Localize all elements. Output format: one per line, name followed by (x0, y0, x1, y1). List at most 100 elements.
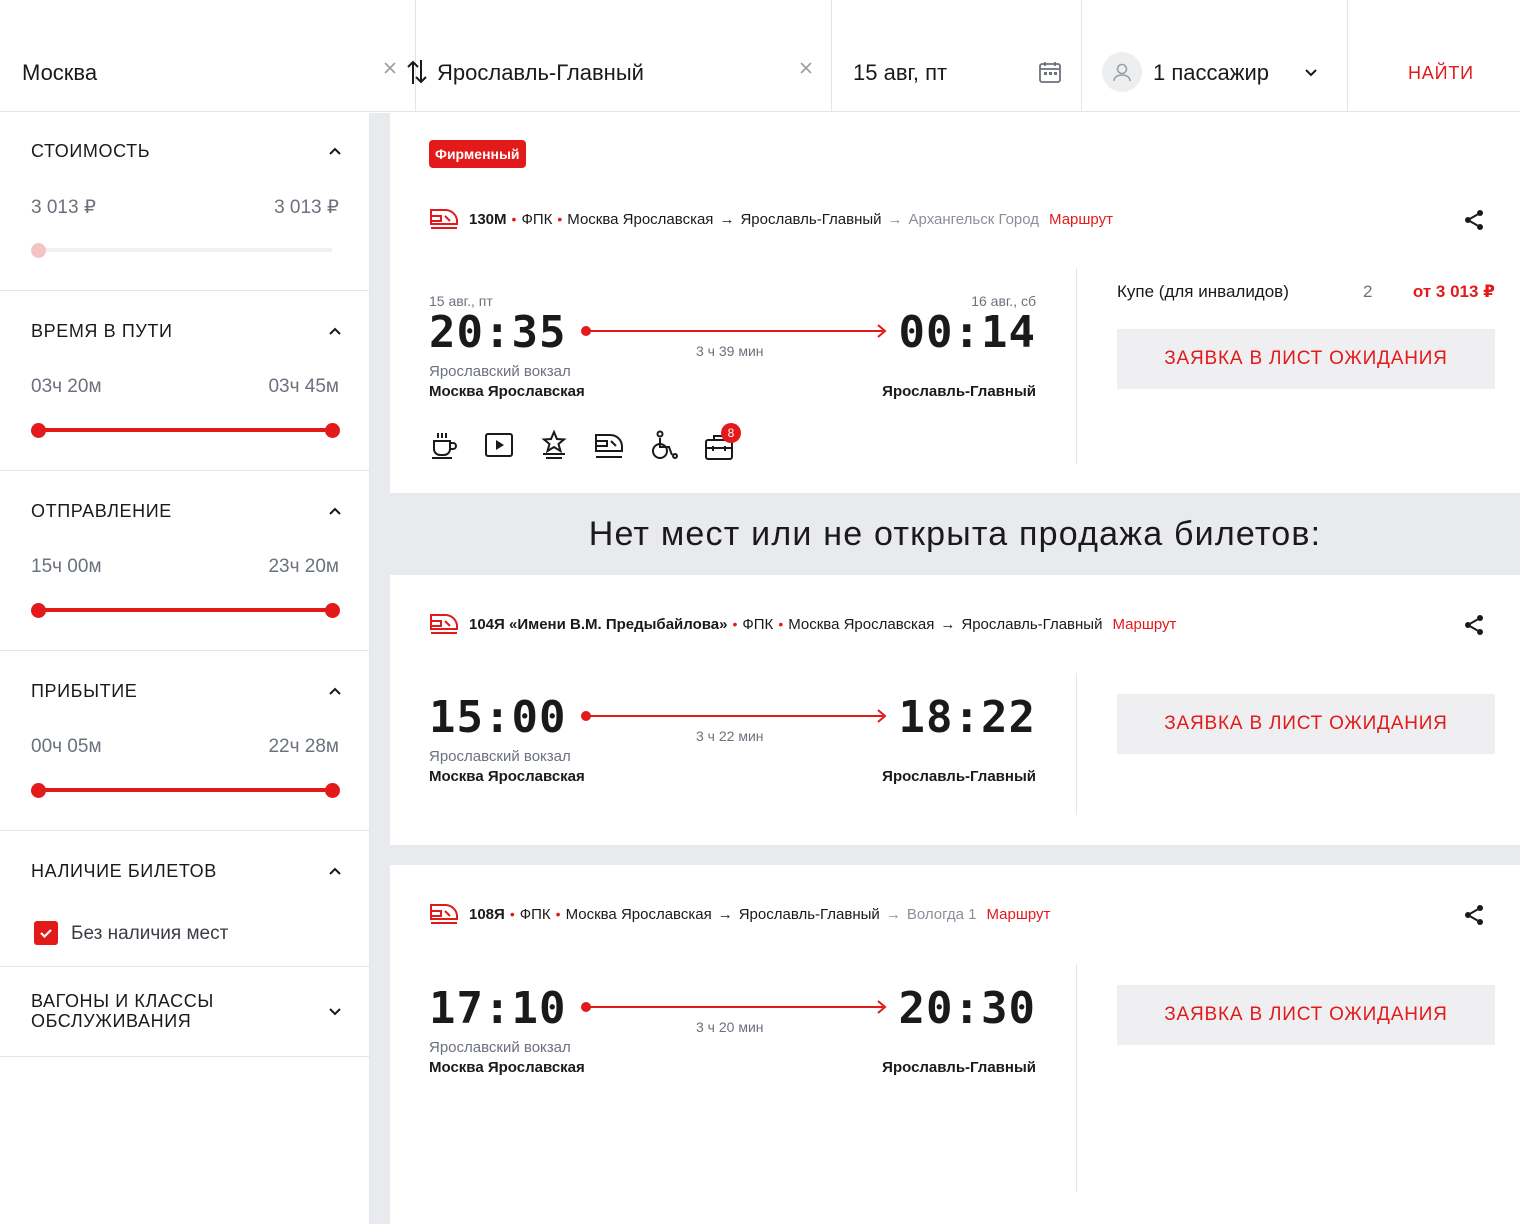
wheelchair-icon (648, 429, 680, 461)
filter-cars-title-line2[interactable]: ОБСЛУЖИВАНИЯ (31, 1011, 191, 1032)
calendar-icon[interactable] (1038, 60, 1062, 84)
passengers-field[interactable]: 1 пассажир (1082, 0, 1348, 112)
arrival-slider-track[interactable] (38, 788, 332, 792)
train-icon (429, 613, 459, 635)
waitlist-button[interactable]: ЗАЯВКА В ЛИСТ ОЖИДАНИЯ (1117, 694, 1495, 754)
train-front-icon (593, 429, 625, 461)
departure-station[interactable]: Москва Ярославская (429, 1059, 585, 1076)
to-station: Ярославль-Главный (740, 210, 882, 228)
arrival-max: 22ч 28м (268, 736, 339, 757)
clear-from-icon[interactable] (382, 60, 398, 76)
chevron-down-icon[interactable] (1302, 64, 1320, 82)
to-field[interactable]: Ярославль-Главный (416, 0, 832, 112)
departure-station[interactable]: Москва Ярославская (429, 383, 585, 400)
route-link[interactable]: Маршрут (1112, 616, 1176, 633)
clear-to-icon[interactable] (798, 60, 814, 76)
date-input[interactable]: 15 авг, пт (853, 60, 947, 86)
award-icon (538, 429, 570, 461)
from-field[interactable]: Москва (0, 0, 416, 112)
share-icon[interactable] (1462, 903, 1486, 927)
chevron-up-icon[interactable] (326, 682, 344, 700)
seats-count: 2 (1363, 282, 1373, 301)
route-line (588, 715, 883, 717)
no-seats-checkbox[interactable] (34, 921, 58, 945)
train-number: 104Я «Имени В.М. Предыбайлова» (469, 615, 728, 633)
filter-availability: НАЛИЧИЕ БИЛЕТОВ Без наличия мест (0, 831, 370, 967)
filter-cars-title-line1[interactable]: ВАГОНЫ И КЛАССЫ (31, 991, 214, 1012)
cost-min: 3 013 ₽ (31, 197, 96, 218)
travel-time-slider-min-handle[interactable] (31, 423, 46, 438)
find-button[interactable]: НАЙТИ (1408, 63, 1474, 84)
divider (1076, 673, 1077, 815)
passengers-value: 1 пассажир (1153, 60, 1269, 85)
search-bar: Москва Ярославль-Главный 15 авг, пт 1 па… (0, 0, 1520, 112)
departure-slider-max-handle[interactable] (325, 603, 340, 618)
from-station: Москва Ярославская (567, 210, 714, 228)
arrival-time: 00:14 (898, 307, 1036, 358)
chevron-up-icon[interactable] (326, 322, 344, 340)
from-station: Москва Ярославская (565, 905, 712, 923)
filters-sidebar: СТОИМОСТЬ 3 013 ₽ 3 013 ₽ ВРЕМЯ В ПУТИ 0… (0, 113, 370, 1224)
no-seats-heading: Нет мест или не открыта продажа билетов: (588, 514, 1322, 553)
share-icon[interactable] (1462, 613, 1486, 637)
to-station: Ярославль-Главный (738, 905, 880, 923)
train-number: 130М (469, 210, 507, 228)
route-line (588, 1006, 883, 1008)
checkmark-icon (40, 929, 52, 939)
chevron-up-icon[interactable] (326, 502, 344, 520)
from-input[interactable]: Москва (22, 60, 97, 86)
filter-cost: СТОИМОСТЬ 3 013 ₽ 3 013 ₽ (0, 113, 370, 291)
train-icon (429, 208, 459, 230)
departure-slider-min-handle[interactable] (31, 603, 46, 618)
share-icon[interactable] (1462, 208, 1486, 232)
filter-travel-time-title[interactable]: ВРЕМЯ В ПУТИ (31, 321, 173, 342)
arrival-time: 18:22 (898, 692, 1036, 743)
carrier: ФПК (521, 210, 553, 228)
chevron-up-icon[interactable] (326, 142, 344, 160)
chevron-down-icon[interactable] (326, 1003, 344, 1021)
filter-cost-title[interactable]: СТОИМОСТЬ (31, 141, 150, 162)
filter-availability-title[interactable]: НАЛИЧИЕ БИЛЕТОВ (31, 861, 217, 882)
train-icon (429, 903, 459, 925)
arrival-station[interactable]: Ярославль-Главный (882, 768, 1036, 785)
arrival-slider-min-handle[interactable] (31, 783, 46, 798)
train-info-line: 108Я • ФПК • Москва Ярославская → Яросла… (429, 903, 1050, 925)
filter-travel-time: ВРЕМЯ В ПУТИ 03ч 20м 03ч 45м (0, 291, 370, 471)
carrier: ФПК (519, 905, 551, 923)
arrival-slider-max-handle[interactable] (325, 783, 340, 798)
cost-slider-track[interactable] (38, 248, 332, 252)
waitlist-button[interactable]: ЗАЯВКА В ЛИСТ ОЖИДАНИЯ (1117, 329, 1495, 389)
departure-station[interactable]: Москва Ярославская (429, 768, 585, 785)
filter-departure-title[interactable]: ОТПРАВЛЕНИЕ (31, 501, 172, 522)
departure-slider-track[interactable] (38, 608, 332, 612)
route-arrow-icon (876, 999, 888, 1020)
train-card: 108Я • ФПК • Москва Ярославская → Яросла… (390, 865, 1520, 1224)
travel-time-slider-max-handle[interactable] (325, 423, 340, 438)
arrival-station[interactable]: Ярославль-Главный (882, 1059, 1036, 1076)
car-class: Купе (для инвалидов) (1117, 282, 1289, 301)
travel-time-min: 03ч 20м (31, 376, 102, 397)
train-info-line: 104Я «Имени В.М. Предыбайлова» • ФПК • М… (429, 613, 1176, 635)
filter-cars: ВАГОНЫ И КЛАССЫ ОБСЛУЖИВАНИЯ (0, 967, 370, 1057)
cost-slider-handle[interactable] (31, 243, 46, 258)
travel-time-slider-track[interactable] (38, 428, 332, 432)
chevron-up-icon[interactable] (326, 862, 344, 880)
departure-min: 15ч 00м (31, 556, 102, 577)
to-input[interactable]: Ярославль-Главный (437, 60, 644, 86)
date-field[interactable]: 15 авг, пт (832, 0, 1082, 112)
waitlist-button[interactable]: ЗАЯВКА В ЛИСТ ОЖИДАНИЯ (1117, 985, 1495, 1045)
train-info-line: 130М • ФПК • Москва Ярославская → Яросла… (429, 208, 1113, 230)
filter-arrival-title[interactable]: ПРИБЫТИЕ (31, 681, 137, 702)
from-station: Москва Ярославская (788, 615, 935, 633)
departure-max: 23ч 20м (268, 556, 339, 577)
train-number: 108Я (469, 905, 505, 923)
to-station: Ярославль-Главный (961, 615, 1103, 633)
arrival-min: 00ч 05м (31, 736, 102, 757)
arrival-station[interactable]: Ярославль-Главный (882, 383, 1036, 400)
no-seats-label[interactable]: Без наличия мест (71, 923, 228, 945)
route-link[interactable]: Маршрут (987, 906, 1051, 923)
divider (1076, 268, 1077, 464)
departure-station-sub: Ярославский вокзал (429, 748, 571, 765)
final-destination: Вологда 1 (906, 905, 977, 923)
route-link[interactable]: Маршрут (1049, 211, 1113, 228)
